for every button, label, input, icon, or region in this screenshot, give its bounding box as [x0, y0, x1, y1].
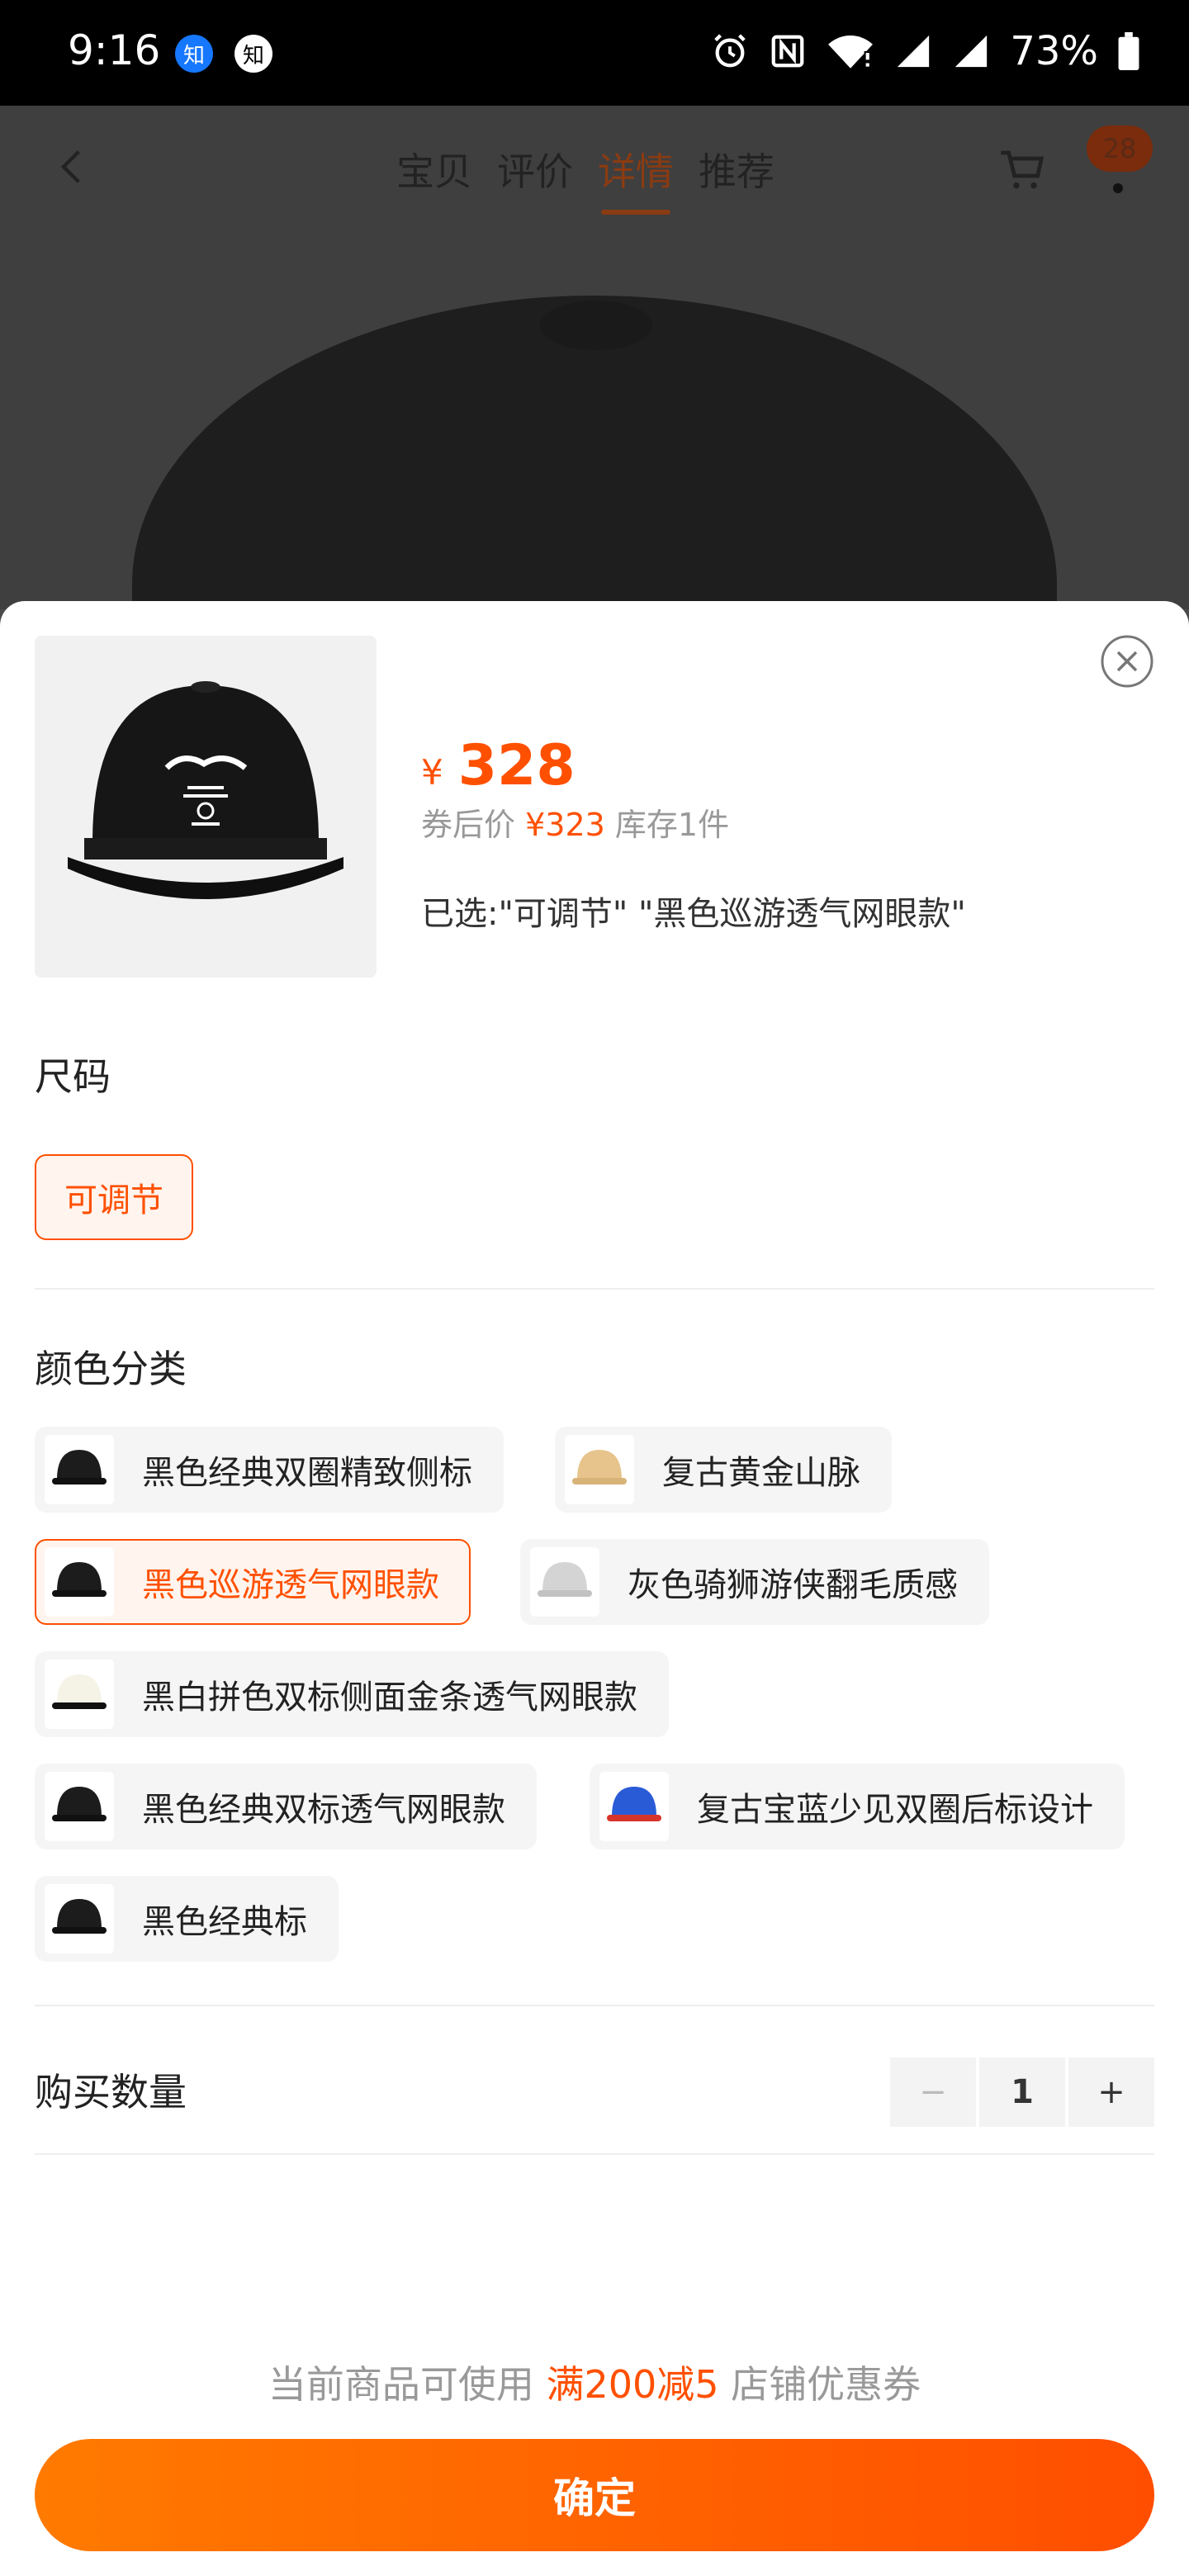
- coupon-price-value: ¥323: [525, 807, 605, 843]
- color-option[interactable]: 复古宝蓝少见双圈后标设计: [590, 1764, 1125, 1849]
- page-tabs: 宝贝 评价 详情 推荐: [396, 142, 775, 215]
- color-option-label: 黑色经典双标透气网眼款: [142, 1791, 505, 1829]
- color-swatch-thumbnail: [599, 1772, 669, 1841]
- color-option-label: 黑色经典双圈精致侧标: [142, 1454, 472, 1492]
- color-option-label: 复古宝蓝少见双圈后标设计: [697, 1791, 1093, 1829]
- coupon-note-highlight: 满200减5: [546, 2362, 719, 2407]
- sku-selection-sheet: ¥ 328 券后价 ¥323 库存1件 已选:"可调节" "黑色巡游透气网眼款"…: [0, 601, 1189, 2576]
- stock-text: 库存1件: [614, 807, 730, 843]
- color-option[interactable]: 黑色经典标: [35, 1876, 339, 1962]
- color-swatch-thumbnail: [45, 1772, 114, 1841]
- status-bar: 9:16 知 知 73%: [0, 0, 1189, 106]
- battery-percent: 73%: [1010, 28, 1098, 74]
- coupon-price-line: 券后价 ¥323 库存1件: [421, 799, 729, 845]
- quantity-plus-button[interactable]: +: [1068, 2057, 1154, 2127]
- color-option-label: 黑色巡游透气网眼款: [142, 1566, 439, 1604]
- coupon-price-label: 券后价: [421, 807, 516, 843]
- color-swatch-thumbnail: [45, 1547, 114, 1617]
- top-navigation: 宝贝 评价 详情 推荐 28: [0, 106, 1189, 230]
- quantity-minus-button[interactable]: −: [890, 2057, 976, 2127]
- color-option[interactable]: 复古黄金山脉: [555, 1427, 892, 1513]
- divider: [35, 1288, 1154, 1290]
- color-section-title: 颜色分类: [35, 1347, 187, 1391]
- tab-baobei[interactable]: 宝贝: [396, 142, 472, 215]
- color-swatch-thumbnail: [45, 1660, 114, 1729]
- selected-summary: 已选:"可调节" "黑色巡游透气网眼款": [421, 895, 966, 933]
- color-option-label: 黑白拼色双标侧面金条透气网眼款: [142, 1679, 637, 1717]
- status-time: 9:16: [68, 26, 161, 74]
- cart-icon[interactable]: [999, 147, 1045, 193]
- shop-coupon-note: 当前商品可使用 满200减5 店铺优惠券: [0, 2355, 1189, 2409]
- nfc-icon: [769, 32, 807, 70]
- color-option-label: 黑色经典标: [142, 1903, 307, 1941]
- currency-symbol: ¥: [421, 752, 443, 793]
- color-option[interactable]: 灰色骑狮游侠翻毛质感: [520, 1539, 989, 1625]
- coupon-note-suffix: 店铺优惠券: [731, 2362, 921, 2407]
- confirm-button[interactable]: 确定: [35, 2439, 1154, 2551]
- color-swatch-thumbnail: [565, 1435, 634, 1504]
- close-icon[interactable]: [1100, 634, 1154, 689]
- color-option[interactable]: 黑色经典双圈精致侧标: [35, 1427, 504, 1513]
- cell-signal-icon-2: [952, 32, 990, 70]
- divider: [35, 2153, 1154, 2155]
- tab-xiangqing[interactable]: 详情: [598, 142, 674, 215]
- battery-icon: [1118, 32, 1139, 70]
- color-swatch-thumbnail: [530, 1547, 599, 1617]
- tab-pingjia[interactable]: 评价: [497, 142, 573, 215]
- quantity-stepper: − 1 +: [890, 2057, 1154, 2127]
- zhihu-notification-icon-2: 知: [234, 35, 272, 73]
- more-dot-icon[interactable]: [1113, 183, 1123, 193]
- zhihu-notification-icon: 知: [175, 35, 213, 73]
- price: ¥ 328: [421, 733, 576, 798]
- color-swatch-thumbnail: [45, 1884, 114, 1953]
- hat-button-shape: [540, 301, 652, 350]
- size-option-adjustable[interactable]: 可调节: [35, 1154, 193, 1240]
- product-thumbnail[interactable]: [35, 636, 377, 978]
- quantity-title: 购买数量: [35, 2070, 187, 2114]
- tab-tuijian[interactable]: 推荐: [699, 142, 775, 215]
- divider: [35, 2005, 1154, 2006]
- quantity-value[interactable]: 1: [979, 2057, 1065, 2127]
- black-cap-image: [35, 636, 377, 978]
- size-section-title: 尺码: [35, 1054, 111, 1099]
- color-option-label: 复古黄金山脉: [662, 1454, 860, 1492]
- color-swatch-thumbnail: [45, 1435, 114, 1504]
- color-option-label: 灰色骑狮游侠翻毛质感: [628, 1566, 958, 1604]
- back-arrow-icon[interactable]: [54, 149, 91, 185]
- wifi-icon: [827, 32, 874, 70]
- product-page-background: 宝贝 评价 详情 推荐 28: [0, 106, 1189, 609]
- coupon-note-prefix: 当前商品可使用: [268, 2362, 534, 2407]
- color-option[interactable]: 黑白拼色双标侧面金条透气网眼款: [35, 1651, 669, 1737]
- cell-signal-icon: [894, 32, 932, 70]
- color-option[interactable]: 黑色经典双标透气网眼款: [35, 1764, 537, 1849]
- price-value: 328: [457, 733, 576, 798]
- cart-count-badge: 28: [1087, 125, 1153, 172]
- color-option-selected[interactable]: 黑色巡游透气网眼款: [35, 1539, 471, 1625]
- alarm-icon: [711, 32, 749, 70]
